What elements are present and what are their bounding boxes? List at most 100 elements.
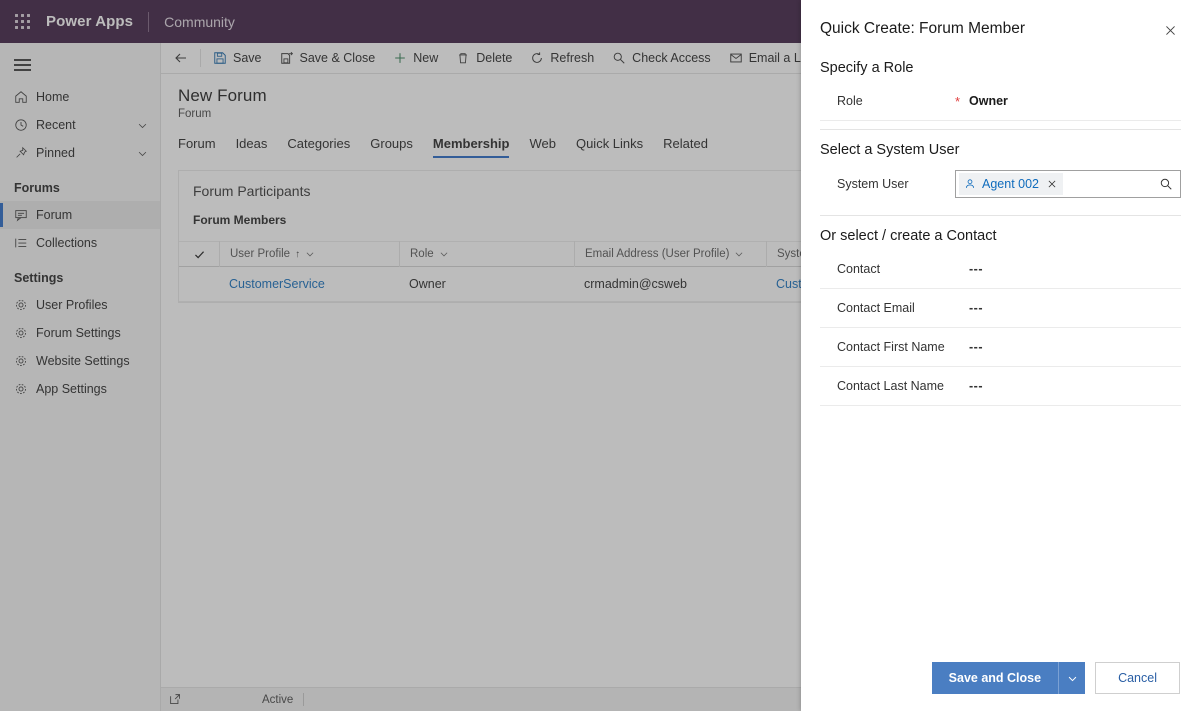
gear-icon [14, 298, 36, 312]
section-divider [820, 215, 1181, 216]
column-header-role[interactable]: Role [399, 241, 574, 267]
sidebar-item-app-settings[interactable]: App Settings [0, 375, 160, 403]
field-label-role: Role [837, 94, 863, 108]
app-name-label[interactable]: Community [164, 14, 235, 30]
plus-icon [393, 51, 407, 65]
chevron-down-icon[interactable] [1058, 662, 1086, 694]
lookup-token[interactable]: Agent 002 [959, 172, 1063, 195]
chevron-down-icon[interactable] [734, 249, 744, 259]
section-divider [820, 129, 1181, 130]
delete-button-label: Delete [476, 51, 513, 65]
home-icon [14, 90, 36, 104]
column-header-email-address[interactable]: Email Address (User Profile) [574, 241, 766, 267]
cell-email: crmadmin@csweb [584, 277, 687, 291]
chevron-down-icon[interactable] [305, 249, 315, 259]
hamburger-menu-icon[interactable] [0, 47, 160, 83]
popout-icon[interactable] [169, 693, 182, 706]
field-label-contact-last-name: Contact Last Name [837, 379, 944, 393]
field-value-role[interactable]: Owner [969, 94, 1008, 108]
sidebar-item-collections[interactable]: Collections [0, 229, 160, 257]
quick-create-panel: Quick Create: Forum Member Specify a Rol… [801, 0, 1200, 711]
field-value-contact-last-name[interactable]: --- [969, 379, 983, 393]
tab-categories[interactable]: Categories [277, 136, 360, 158]
tab-groups[interactable]: Groups [360, 136, 423, 158]
save-button-label: Save [233, 51, 262, 65]
tab-related[interactable]: Related [653, 136, 718, 158]
search-icon[interactable] [1159, 177, 1176, 191]
panel-title: Quick Create: Forum Member [820, 20, 1025, 37]
section-heading-or-select-create-a-contact: Or select / create a Contact [820, 228, 997, 244]
status-bar-divider [303, 693, 305, 706]
tab-membership[interactable]: Membership [423, 136, 520, 158]
sidebar-group-forums: Forums [14, 181, 60, 195]
chevron-down-icon[interactable] [439, 249, 449, 259]
column-header-label: User Profile [230, 248, 291, 260]
gear-icon [14, 354, 36, 368]
gear-icon [14, 326, 36, 340]
field-row-system-user: System User Agent 002 [820, 164, 1181, 203]
check-access-button-label: Check Access [632, 51, 711, 65]
tab-forum[interactable]: Forum [178, 136, 226, 158]
email-link-icon [729, 51, 743, 65]
tab-web[interactable]: Web [519, 136, 566, 158]
new-button[interactable]: New [384, 43, 447, 73]
sidebar-item-home[interactable]: Home [0, 83, 160, 111]
save-and-close-button[interactable]: Save and Close [931, 662, 1059, 694]
cell-user-profile[interactable]: CustomerService [219, 277, 399, 291]
sidebar-item-forum-settings[interactable]: Forum Settings [0, 319, 160, 347]
cancel-button[interactable]: Cancel [1095, 662, 1180, 694]
field-row-contact-last-name[interactable]: Contact Last Name --- [820, 367, 1181, 406]
left-sidebar: Home Recent Pinned Forums Forum Collecti… [0, 43, 161, 711]
field-row-contact[interactable]: Contact --- [820, 250, 1181, 289]
gear-icon [14, 382, 36, 396]
back-arrow-icon[interactable] [165, 43, 197, 73]
sidebar-item-website-settings[interactable]: Website Settings [0, 347, 160, 375]
field-label-contact-first-name: Contact First Name [837, 340, 945, 354]
required-asterisk-icon: * [955, 93, 961, 109]
status-badge: Active [262, 693, 294, 706]
field-row-contact-email[interactable]: Contact Email --- [820, 289, 1181, 328]
check-access-button[interactable]: Check Access [603, 43, 720, 73]
app-launcher-waffle-icon[interactable] [0, 0, 44, 43]
save-disk-icon [213, 51, 227, 65]
forum-icon [14, 208, 36, 222]
field-value-contact[interactable]: --- [969, 262, 983, 276]
application-root: Power Apps Community Home Recent Pinned … [0, 0, 1200, 711]
field-row-role[interactable]: Role * Owner [820, 82, 1181, 121]
sidebar-item-label: Website Settings [36, 354, 130, 368]
sidebar-item-label: Home [36, 90, 70, 104]
cell-role: Owner [409, 277, 446, 291]
sidebar-group-settings: Settings [14, 271, 64, 285]
field-value-contact-email[interactable]: --- [969, 301, 983, 315]
pin-icon [14, 146, 36, 160]
refresh-button[interactable]: Refresh [521, 43, 603, 73]
refresh-button-label: Refresh [550, 51, 595, 65]
select-all-checkmark-icon[interactable] [179, 248, 219, 261]
field-value-contact-first-name[interactable]: --- [969, 340, 983, 354]
column-header-label: Role [410, 248, 434, 260]
save-button[interactable]: Save [204, 43, 271, 73]
sidebar-item-label: Recent [36, 118, 76, 132]
sidebar-item-label: Pinned [36, 146, 75, 160]
system-user-lookup-input[interactable]: Agent 002 [955, 169, 1181, 198]
sidebar-item-pinned[interactable]: Pinned [0, 139, 160, 167]
tab-ideas[interactable]: Ideas [226, 136, 278, 158]
chevron-down-icon[interactable] [137, 120, 148, 131]
close-icon[interactable] [1156, 16, 1184, 44]
sidebar-item-user-profiles[interactable]: User Profiles [0, 291, 160, 319]
refresh-icon [530, 51, 544, 65]
save-and-close-button[interactable]: Save & Close [271, 43, 385, 73]
tab-quick-links[interactable]: Quick Links [566, 136, 653, 158]
sidebar-item-recent[interactable]: Recent [0, 111, 160, 139]
panel-body: Specify a Role Role * Owner Select a Sys… [801, 44, 1200, 662]
column-header-user-profile[interactable]: User Profile ↑ [219, 241, 399, 267]
delete-button[interactable]: Delete [447, 43, 521, 73]
close-icon[interactable] [1047, 179, 1057, 189]
field-row-contact-first-name[interactable]: Contact First Name --- [820, 328, 1181, 367]
save-and-close-icon [280, 51, 294, 65]
person-icon [964, 178, 976, 190]
sidebar-item-forum[interactable]: Forum [0, 201, 160, 229]
sidebar-item-label: Forum [36, 208, 73, 222]
brand-label[interactable]: Power Apps [46, 13, 133, 30]
chevron-down-icon[interactable] [137, 148, 148, 159]
